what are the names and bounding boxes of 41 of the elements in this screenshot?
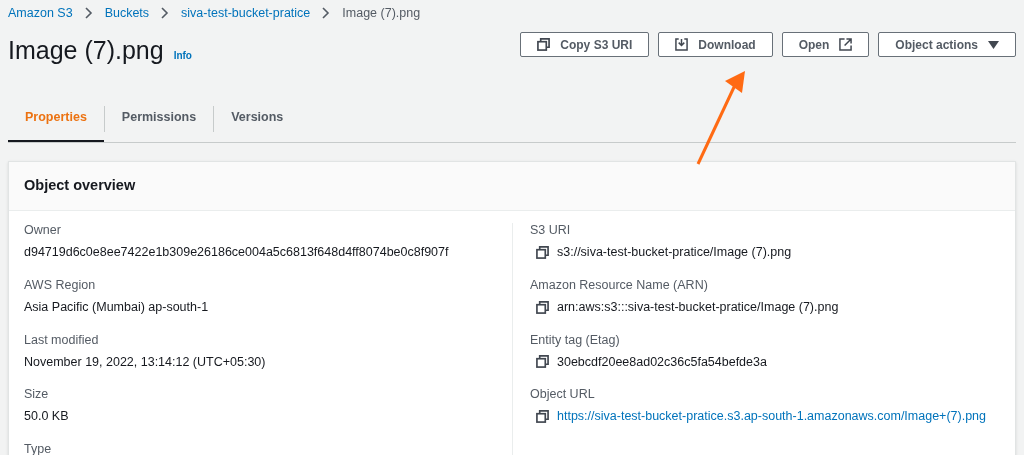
field-value: 50.0 KB (24, 408, 70, 426)
action-button[interactable]: Download (658, 32, 773, 57)
panel-title: Object overview (24, 176, 136, 196)
breadcrumb-link[interactable]: siva-test-bucket-pratice (181, 3, 311, 23)
copy-icon (536, 355, 549, 369)
chevron-right-icon (84, 7, 93, 19)
field-value: Asia Pacific (Mumbai) ap-south-1 (24, 298, 210, 316)
field-value: arn:aws:s3:::siva-test-bucket-pratice/Image (7).png (557, 298, 839, 316)
field-label: Entity tag (Etag) (530, 332, 621, 348)
field-label: S3 URI (530, 223, 572, 238)
field-value: d94719d6c0e8ee7422e1b309e26186ce004a5c6813f648d4ff8074be0c8f907f (24, 244, 450, 261)
copy-icon (537, 38, 551, 51)
breadcrumb-link[interactable]: Buckets (104, 3, 150, 23)
chevron-right-icon (322, 7, 331, 19)
breadcrumb-current: Image (7).png (342, 4, 421, 22)
field-label: Size (24, 387, 50, 403)
copy-icon (536, 300, 549, 314)
action-button[interactable]: Copy S3 URI (520, 32, 650, 57)
action-button[interactable]: Open (781, 32, 870, 57)
copy-icon (536, 245, 549, 259)
page-title: Image (7).png (8, 38, 164, 63)
field-label: Amazon Resource Name (ARN) (530, 277, 709, 293)
field-label: Object URL (530, 387, 596, 403)
field-label: Type (24, 442, 53, 455)
tab[interactable]: Versions (214, 95, 301, 142)
copy-icon (536, 410, 549, 424)
chevron-right-icon (161, 7, 170, 19)
field-value: November 19, 2022, 13:14:12 (UTC+05:30) (24, 353, 267, 371)
field-label: Last modified (24, 332, 100, 348)
field-value: 30ebcdf20ee8ad02c36c5fa54befde3a (557, 353, 767, 371)
tab[interactable]: Permissions (104, 95, 214, 142)
info-link[interactable]: Info (173, 48, 192, 63)
external-link-icon (839, 38, 853, 51)
breadcrumb-link[interactable]: Amazon S3 (8, 3, 73, 23)
field-label: AWS Region (24, 277, 97, 293)
download-icon (675, 38, 689, 51)
field-value: s3://siva-test-bucket-pratice/Image (7).png (557, 244, 792, 261)
object-url-link[interactable]: https://siva-test-bucket-pratice.s3.ap-south-1.amazonaws.com/Image+(7).png (557, 407, 987, 426)
caret-down-icon (988, 40, 999, 49)
field-label: Owner (24, 223, 62, 238)
action-button[interactable]: Object actions (878, 32, 1016, 57)
